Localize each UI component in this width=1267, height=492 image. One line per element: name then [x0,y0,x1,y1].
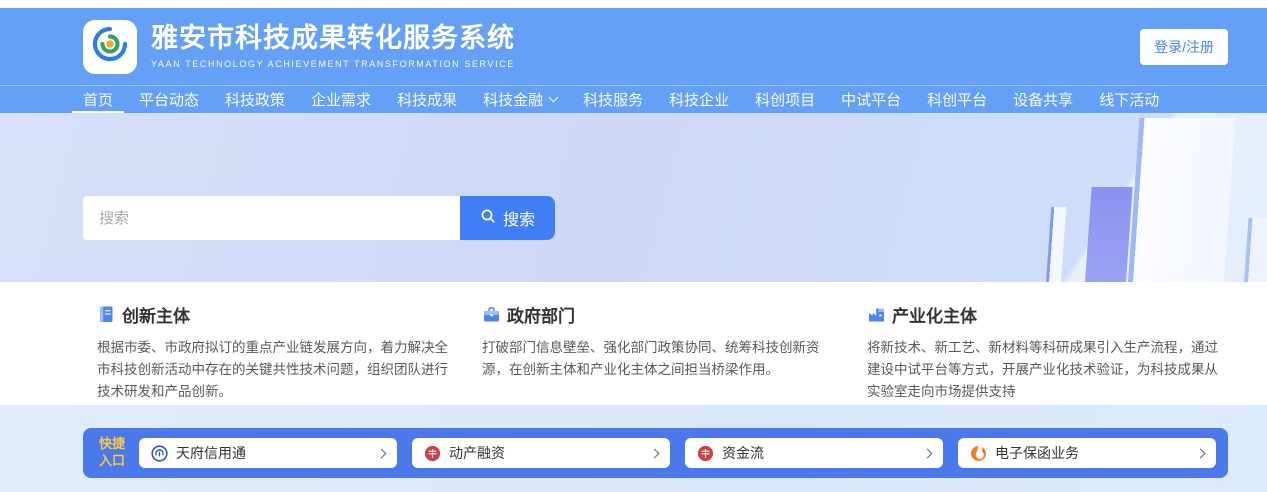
capital-flow-seal-icon [697,445,714,462]
quick-link-capital-flow[interactable]: 资金流 [685,438,943,468]
page-subtitle: YAAN TECHNOLOGY ACHIEVEMENT TRANSFORMATI… [151,59,515,69]
nav-item-platform-news[interactable]: 平台动态 [126,86,212,113]
quick-link-label: 电子保函业务 [995,443,1079,463]
header: 雅安市科技成果转化服务系统 YAAN TECHNOLOGY ACHIEVEMEN… [0,8,1267,85]
nav-item-offline-events[interactable]: 线下活动 [1086,86,1172,113]
main-nav: 首页 平台动态 科技政策 企业需求 科技成果 科技金融 科技服务 科技企业 科创… [0,85,1267,113]
quick-access-label: 快捷 入口 [99,436,125,470]
nav-item-pilot-platform[interactable]: 中试平台 [828,86,914,113]
feature-description: 打破部门信息壁垒、强化部门政策协同、统筹科技创新资源，在创新主体和产业化主体之间… [482,337,840,381]
nav-item-label: 科技金融 [483,89,543,110]
hero-banner: 搜索 [0,113,1267,282]
chevron-right-icon [1196,448,1206,458]
quick-link-chattel-finance[interactable]: 动产融资 [412,438,670,468]
feature-title: 创新主体 [122,302,190,327]
briefcase-icon [482,305,501,324]
nav-item-tech-finance[interactable]: 科技金融 [470,86,570,113]
features-section: 创新主体 根据市委、市政府拟订的重点产业链发展方向，着力解决全市科技创新活动中存… [0,282,1267,405]
factory-icon [867,305,886,324]
feature-description: 将新技术、新工艺、新材料等科研成果引入生产流程，通过建设中试平台等方式，开展产业… [867,337,1225,403]
chevron-right-icon [923,448,933,458]
nav-item-tech-achievements[interactable]: 科技成果 [384,86,470,113]
nav-item-tech-enterprises[interactable]: 科技企业 [656,86,742,113]
nav-item-tech-services[interactable]: 科技服务 [570,86,656,113]
chevron-right-icon [377,448,387,458]
nav-item-home[interactable]: 首页 [70,86,126,113]
feature-innovation-entities: 创新主体 根据市委、市政府拟订的重点产业链发展方向，着力解决全市科技创新活动中存… [97,302,455,405]
nav-item-innovation-platform[interactable]: 科创平台 [914,86,1000,113]
feature-government-departments: 政府部门 打破部门信息壁垒、强化部门政策协同、统筹科技创新资源，在创新主体和产业… [482,302,840,405]
nav-item-equipment-sharing[interactable]: 设备共享 [1000,86,1086,113]
search-bar: 搜索 [83,196,555,240]
nav-item-innovation-projects[interactable]: 科创项目 [742,86,828,113]
decorative-bar [1128,118,1235,282]
tianfu-credit-swirl-icon [151,445,168,462]
page-title: 雅安市科技成果转化服务系统 [151,24,515,54]
chattel-finance-seal-icon [424,445,441,462]
document-icon [97,305,116,324]
decorative-bar [1085,187,1133,282]
quick-link-e-guarantee[interactable]: 电子保函业务 [958,438,1216,468]
quick-link-tianfu-credit[interactable]: 天府信用通 [139,438,397,468]
search-button-label: 搜索 [503,206,535,230]
feature-title: 产业化主体 [892,302,977,327]
quick-link-label: 天府信用通 [176,443,246,463]
login-register-button[interactable]: 登录/注册 [1140,29,1228,65]
nav-item-enterprise-demand[interactable]: 企业需求 [298,86,384,113]
feature-description: 根据市委、市政府拟订的重点产业链发展方向，着力解决全市科技创新活动中存在的关键共… [97,337,455,403]
search-icon [480,208,496,229]
title-block: 雅安市科技成果转化服务系统 YAAN TECHNOLOGY ACHIEVEMEN… [151,24,515,69]
decorative-bar [1244,218,1267,282]
quick-access-bar: 快捷 入口 天府信用通 [83,428,1228,478]
bottom-section: 快捷 入口 天府信用通 [0,405,1267,492]
feature-industrialization-entities: 产业化主体 将新技术、新工艺、新材料等科研成果引入生产流程，通过建设中试平台等方… [867,302,1225,405]
page: 雅安市科技成果转化服务系统 YAAN TECHNOLOGY ACHIEVEMEN… [0,0,1267,492]
chevron-down-icon [549,93,559,103]
quick-access-label-line1: 快捷 [99,436,125,453]
nav-item-tech-policy[interactable]: 科技政策 [212,86,298,113]
quick-access-label-line2: 入口 [99,453,125,470]
quick-link-label: 动产融资 [449,443,505,463]
search-input[interactable] [83,196,460,240]
swirl-logo-icon [90,24,130,69]
search-button[interactable]: 搜索 [460,196,555,240]
quick-link-label: 资金流 [722,443,764,463]
e-guarantee-swirl-icon [970,445,987,462]
site-logo [83,20,137,74]
quick-links: 天府信用通 动产融资 [139,438,1216,468]
feature-title: 政府部门 [507,302,575,327]
chevron-right-icon [650,448,660,458]
feature-head: 产业化主体 [867,302,1225,327]
feature-head: 政府部门 [482,302,840,327]
feature-head: 创新主体 [97,302,455,327]
